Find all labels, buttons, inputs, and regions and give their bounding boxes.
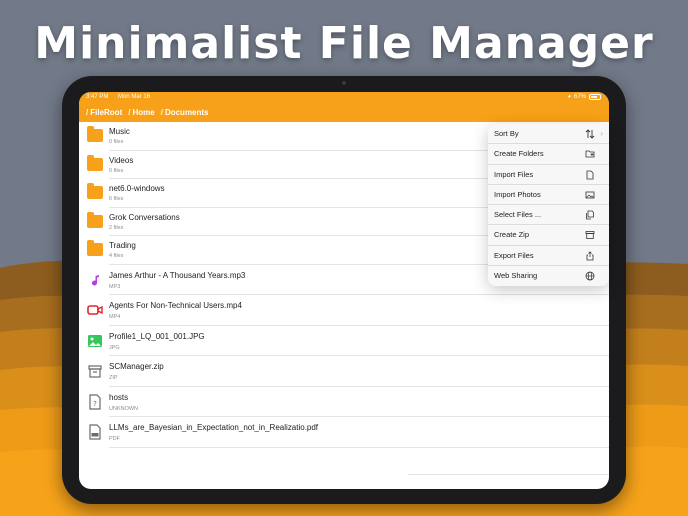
item-name: James Arthur - A Thousand Years.mp3 (109, 270, 246, 280)
status-date: Mon Mar 16 (118, 94, 151, 100)
item-name: LLMs_are_Bayesian_in_Expectation_not_in_… (109, 423, 319, 432)
archive-icon (585, 231, 595, 240)
menu-item-label: Import Files (494, 169, 534, 179)
breadcrumb: / FileRoot / Home / Documents (86, 108, 209, 117)
menu-item-label: Export Files (494, 250, 534, 260)
video-camera-icon (87, 302, 103, 316)
item-meta: 6 files (109, 196, 124, 202)
item-meta: MP3 (109, 283, 121, 290)
item-meta: 4 files (109, 253, 124, 259)
menu-item-web-sharing[interactable]: Web Sharing (488, 266, 609, 286)
photo-icon (585, 191, 595, 199)
wifi-icon: ◕ (567, 94, 571, 100)
archive-icon (87, 363, 103, 378)
item-meta: UNKNOWN (109, 405, 139, 412)
camera-dot (342, 81, 346, 85)
actions-menu: Sort By › Create Folders Import Files Im… (488, 124, 609, 286)
folder-icon (87, 211, 103, 229)
breadcrumb-root[interactable]: / FileRoot (86, 108, 122, 117)
unknown-file-icon: ? (87, 393, 103, 410)
menu-item-label: Create Zip (494, 230, 530, 240)
item-name: Profile1_LQ_001_001.JPG (109, 331, 205, 341)
music-note-icon (87, 272, 103, 286)
list-item[interactable]: ? hosts UNKNOWN (89, 387, 609, 417)
menu-item-label: Create Folders (494, 149, 544, 159)
folder-icon (87, 126, 103, 143)
menu-item-import-files[interactable]: Import Files (488, 165, 609, 185)
item-name: net6.0-windows (109, 184, 165, 193)
item-meta: 0 files (109, 167, 124, 174)
battery-percent: 67% (573, 94, 586, 100)
navigation-bar: 3:47 PM Mon Mar 16 ◕ 67% / FileRoot / Home… (79, 92, 609, 122)
globe-icon (585, 271, 595, 281)
item-meta: JPG (109, 344, 120, 351)
menu-item-label: Select Files ... (494, 210, 542, 219)
sort-icon (585, 129, 595, 139)
item-meta: ZIP (109, 375, 118, 381)
share-icon (586, 250, 594, 260)
item-name: Videos (109, 155, 134, 165)
folder-icon (87, 240, 103, 257)
menu-item-label: Sort By (494, 129, 519, 138)
file-icon (586, 170, 594, 179)
list-item[interactable]: LLMs_are_Bayesian_in_Expectation_not_in_… (89, 417, 609, 448)
pdf-icon (87, 424, 103, 440)
list-item[interactable]: SCManager.zip ZIP (88, 356, 609, 387)
list-divider (408, 474, 609, 475)
item-name: Agents For Non-Technical Users.mp4 (109, 301, 242, 310)
menu-item-select-files[interactable]: Select Files ... (488, 205, 609, 226)
item-meta: MP4 (109, 314, 121, 320)
status-time: 3:47 PM (86, 94, 109, 100)
item-meta: PDF (109, 436, 120, 442)
folder-plus-icon (585, 150, 595, 158)
menu-item-export-files[interactable]: Export Files (488, 246, 609, 266)
item-name: Music (109, 127, 130, 136)
item-meta: 2 files (109, 224, 124, 231)
status-bar-right: ◕ 67% (567, 94, 601, 100)
menu-item-sort-by[interactable]: Sort By › (488, 124, 609, 145)
item-meta: 0 files (109, 139, 124, 145)
menu-item-create-zip[interactable]: Create Zip (488, 225, 609, 246)
breadcrumb-documents[interactable]: / Documents (161, 108, 209, 117)
folder-icon (87, 154, 103, 172)
menu-item-label: Web Sharing (494, 270, 538, 280)
list-item[interactable]: Agents For Non-Technical Users.mp4 MP4 (87, 295, 609, 326)
svg-text:?: ? (93, 400, 97, 408)
item-name: SCManager.zip (109, 362, 164, 371)
menu-item-label: Import Photos (494, 189, 541, 199)
folder-icon (87, 183, 103, 200)
list-item[interactable]: Profile1_LQ_001_001.JPG JPG (88, 326, 609, 356)
battery-icon (589, 94, 601, 100)
breadcrumb-home[interactable]: / Home (128, 108, 154, 117)
app-headline: Minimalist File Manager (34, 18, 654, 69)
menu-item-import-photos[interactable]: Import Photos (488, 185, 609, 205)
select-files-icon (586, 210, 594, 220)
item-name: Grok Conversations (109, 212, 180, 222)
item-name: Trading (109, 241, 136, 250)
image-icon (87, 333, 103, 347)
item-name: hosts (109, 392, 129, 402)
status-bar-left: 3:47 PM Mon Mar 16 (86, 94, 150, 100)
chevron-right-icon: › (600, 129, 603, 138)
menu-item-create-folders[interactable]: Create Folders (488, 144, 609, 165)
